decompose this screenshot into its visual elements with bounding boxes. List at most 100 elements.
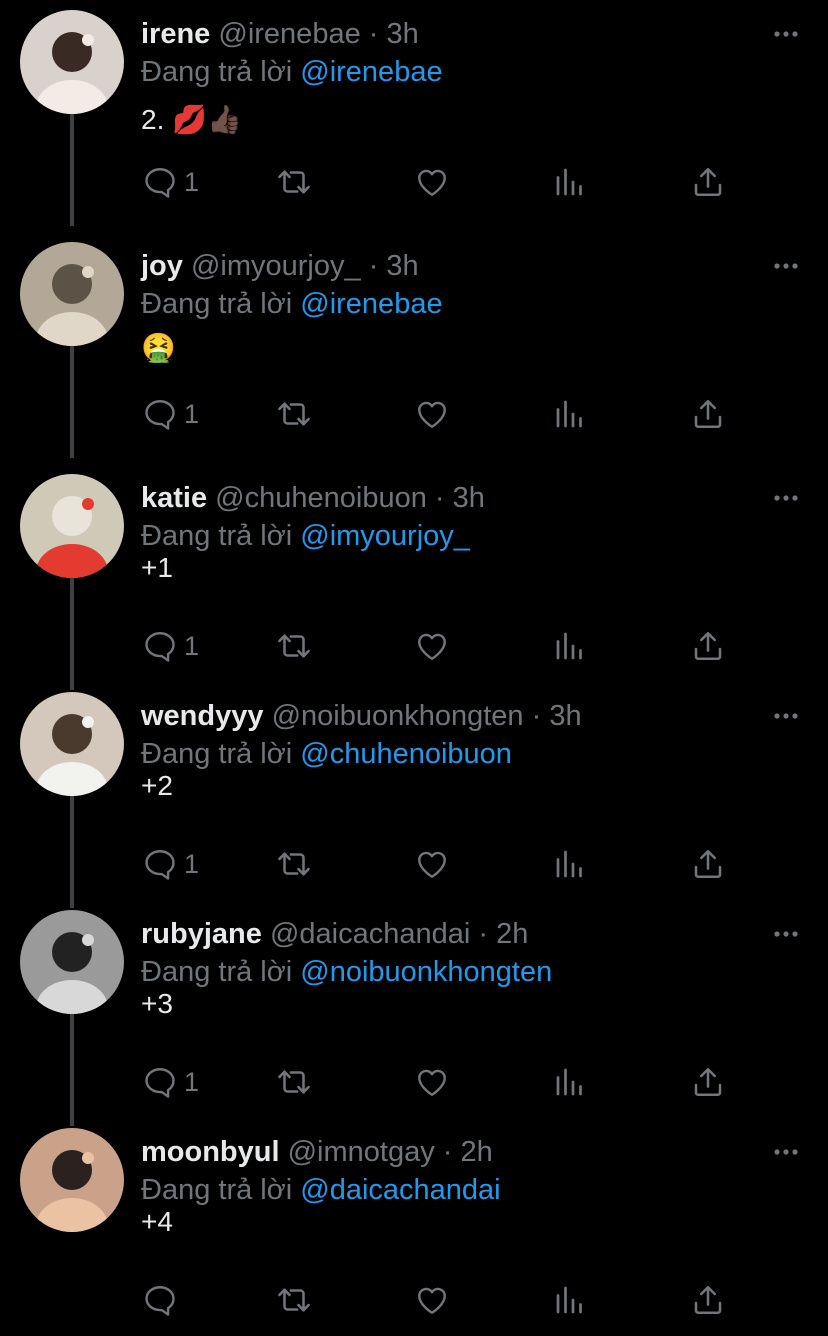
- avatar[interactable]: [20, 242, 124, 346]
- like-button[interactable]: [414, 624, 450, 668]
- user-handle[interactable]: @chuhenoibuon: [215, 482, 427, 514]
- more-horizontal-icon[interactable]: [770, 482, 802, 514]
- like-button[interactable]: [414, 1060, 450, 1104]
- tweet-rubyjane[interactable]: rubyjane @daicachandai · 2h Đang trả lời…: [0, 900, 828, 1126]
- tweet-header: joy @imyourjoy_ · 3h: [141, 246, 419, 286]
- retweet-button[interactable]: [275, 624, 313, 668]
- timestamp[interactable]: 3h: [386, 250, 418, 282]
- timestamp[interactable]: 2h: [461, 1136, 493, 1168]
- reply-context: Đang trả lời @daicachandai: [141, 1170, 501, 1210]
- timestamp[interactable]: 3h: [549, 700, 581, 732]
- like-button[interactable]: [414, 1278, 450, 1322]
- avatar[interactable]: [20, 10, 124, 114]
- tweet-header: irene @irenebae · 3h: [141, 14, 419, 54]
- reply-context: Đang trả lời @noibuonkhongten: [141, 952, 552, 992]
- heart-icon: [418, 851, 446, 878]
- user-handle[interactable]: @noibuonkhongten: [272, 700, 524, 732]
- more-horizontal-icon[interactable]: [770, 918, 802, 950]
- views-button[interactable]: [552, 1278, 588, 1322]
- display-name[interactable]: irene: [141, 18, 210, 50]
- mention-link[interactable]: @daicachandai: [300, 1174, 500, 1206]
- separator-dot: ·: [434, 482, 453, 514]
- display-name[interactable]: wendyyy: [141, 700, 264, 732]
- reply-button[interactable]: 1: [142, 624, 199, 668]
- display-name[interactable]: joy: [141, 250, 183, 282]
- heart-icon: [418, 1069, 446, 1096]
- bar-chart-icon: [556, 1068, 582, 1096]
- share-button[interactable]: [690, 624, 726, 668]
- reply-prefix: Đang trả lời: [141, 56, 293, 88]
- more-horizontal-icon[interactable]: [770, 1136, 802, 1168]
- timestamp[interactable]: 3h: [453, 482, 485, 514]
- user-handle[interactable]: @daicachandai: [270, 918, 470, 950]
- more-horizontal-icon[interactable]: [770, 250, 802, 282]
- mention-link[interactable]: @chuhenoibuon: [300, 738, 512, 770]
- tweet-moonbyul[interactable]: moonbyul @imnotgay · 2h Đang trả lời @da…: [0, 1118, 828, 1336]
- tweet-wendyyy[interactable]: wendyyy @noibuonkhongten · 3h Đang trả l…: [0, 682, 828, 908]
- reply-context: Đang trả lời @irenebae: [141, 52, 443, 92]
- display-name[interactable]: katie: [141, 482, 207, 514]
- timestamp[interactable]: 3h: [386, 18, 418, 50]
- user-handle[interactable]: @imyourjoy_: [191, 250, 361, 282]
- like-button[interactable]: [414, 392, 450, 436]
- timestamp[interactable]: 2h: [496, 918, 528, 950]
- views-button[interactable]: [552, 392, 588, 436]
- retweet-button[interactable]: [275, 842, 313, 886]
- share-upload-icon: [694, 631, 722, 661]
- mention-link[interactable]: @noibuonkhongten: [300, 956, 552, 988]
- user-handle[interactable]: @irenebae: [218, 18, 360, 50]
- mention-link[interactable]: @irenebae: [300, 56, 442, 88]
- reply-button[interactable]: 1: [142, 160, 199, 204]
- retweet-icon: [278, 634, 310, 658]
- reply-button[interactable]: [142, 1278, 184, 1322]
- avatar[interactable]: [20, 910, 124, 1014]
- share-button[interactable]: [690, 842, 726, 886]
- views-button[interactable]: [552, 842, 588, 886]
- bar-chart-icon: [556, 850, 582, 878]
- retweet-icon: [278, 852, 310, 876]
- separator-dot: ·: [368, 250, 387, 282]
- comment-bubble-icon: [145, 1286, 175, 1316]
- retweet-button[interactable]: [275, 392, 313, 436]
- avatar[interactable]: [20, 692, 124, 796]
- action-bar: [0, 1278, 828, 1322]
- reply-prefix: Đang trả lời: [141, 288, 293, 320]
- reply-count: 1: [184, 848, 200, 879]
- reply-button[interactable]: 1: [142, 392, 199, 436]
- user-handle[interactable]: @imnotgay: [288, 1136, 435, 1168]
- views-button[interactable]: [552, 1060, 588, 1104]
- mention-link[interactable]: @imyourjoy_: [300, 520, 470, 552]
- tweet-header: wendyyy @noibuonkhongten · 3h: [141, 696, 582, 736]
- retweet-button[interactable]: [275, 1060, 313, 1104]
- share-button[interactable]: [690, 392, 726, 436]
- avatar[interactable]: [20, 474, 124, 578]
- share-button[interactable]: [690, 1278, 726, 1322]
- share-button[interactable]: [690, 160, 726, 204]
- views-button[interactable]: [552, 624, 588, 668]
- share-upload-icon: [694, 399, 722, 429]
- retweet-icon: [278, 1070, 310, 1094]
- like-button[interactable]: [414, 842, 450, 886]
- tweet-katie[interactable]: katie @chuhenoibuon · 3h Đang trả lời @i…: [0, 464, 828, 690]
- reply-button[interactable]: 1: [142, 842, 199, 886]
- reply-context: Đang trả lời @chuhenoibuon: [141, 734, 512, 774]
- heart-icon: [418, 1287, 446, 1314]
- comment-bubble-icon: [145, 850, 175, 880]
- share-button[interactable]: [690, 1060, 726, 1104]
- more-horizontal-icon[interactable]: [770, 700, 802, 732]
- mention-link[interactable]: @irenebae: [300, 288, 442, 320]
- tweet-joy[interactable]: joy @imyourjoy_ · 3h Đang trả lời @irene…: [0, 232, 828, 458]
- avatar-image: [20, 242, 124, 346]
- display-name[interactable]: rubyjane: [141, 918, 262, 950]
- retweet-button[interactable]: [275, 160, 313, 204]
- more-horizontal-icon[interactable]: [770, 18, 802, 50]
- avatar[interactable]: [20, 1128, 124, 1232]
- like-button[interactable]: [414, 160, 450, 204]
- display-name[interactable]: moonbyul: [141, 1136, 280, 1168]
- tweet-irene[interactable]: irene @irenebae · 3h Đang trả lời @irene…: [0, 0, 828, 226]
- separator-dot: ·: [531, 700, 550, 732]
- retweet-button[interactable]: [275, 1278, 313, 1322]
- comment-bubble-icon: [145, 168, 175, 198]
- views-button[interactable]: [552, 160, 588, 204]
- reply-button[interactable]: 1: [142, 1060, 199, 1104]
